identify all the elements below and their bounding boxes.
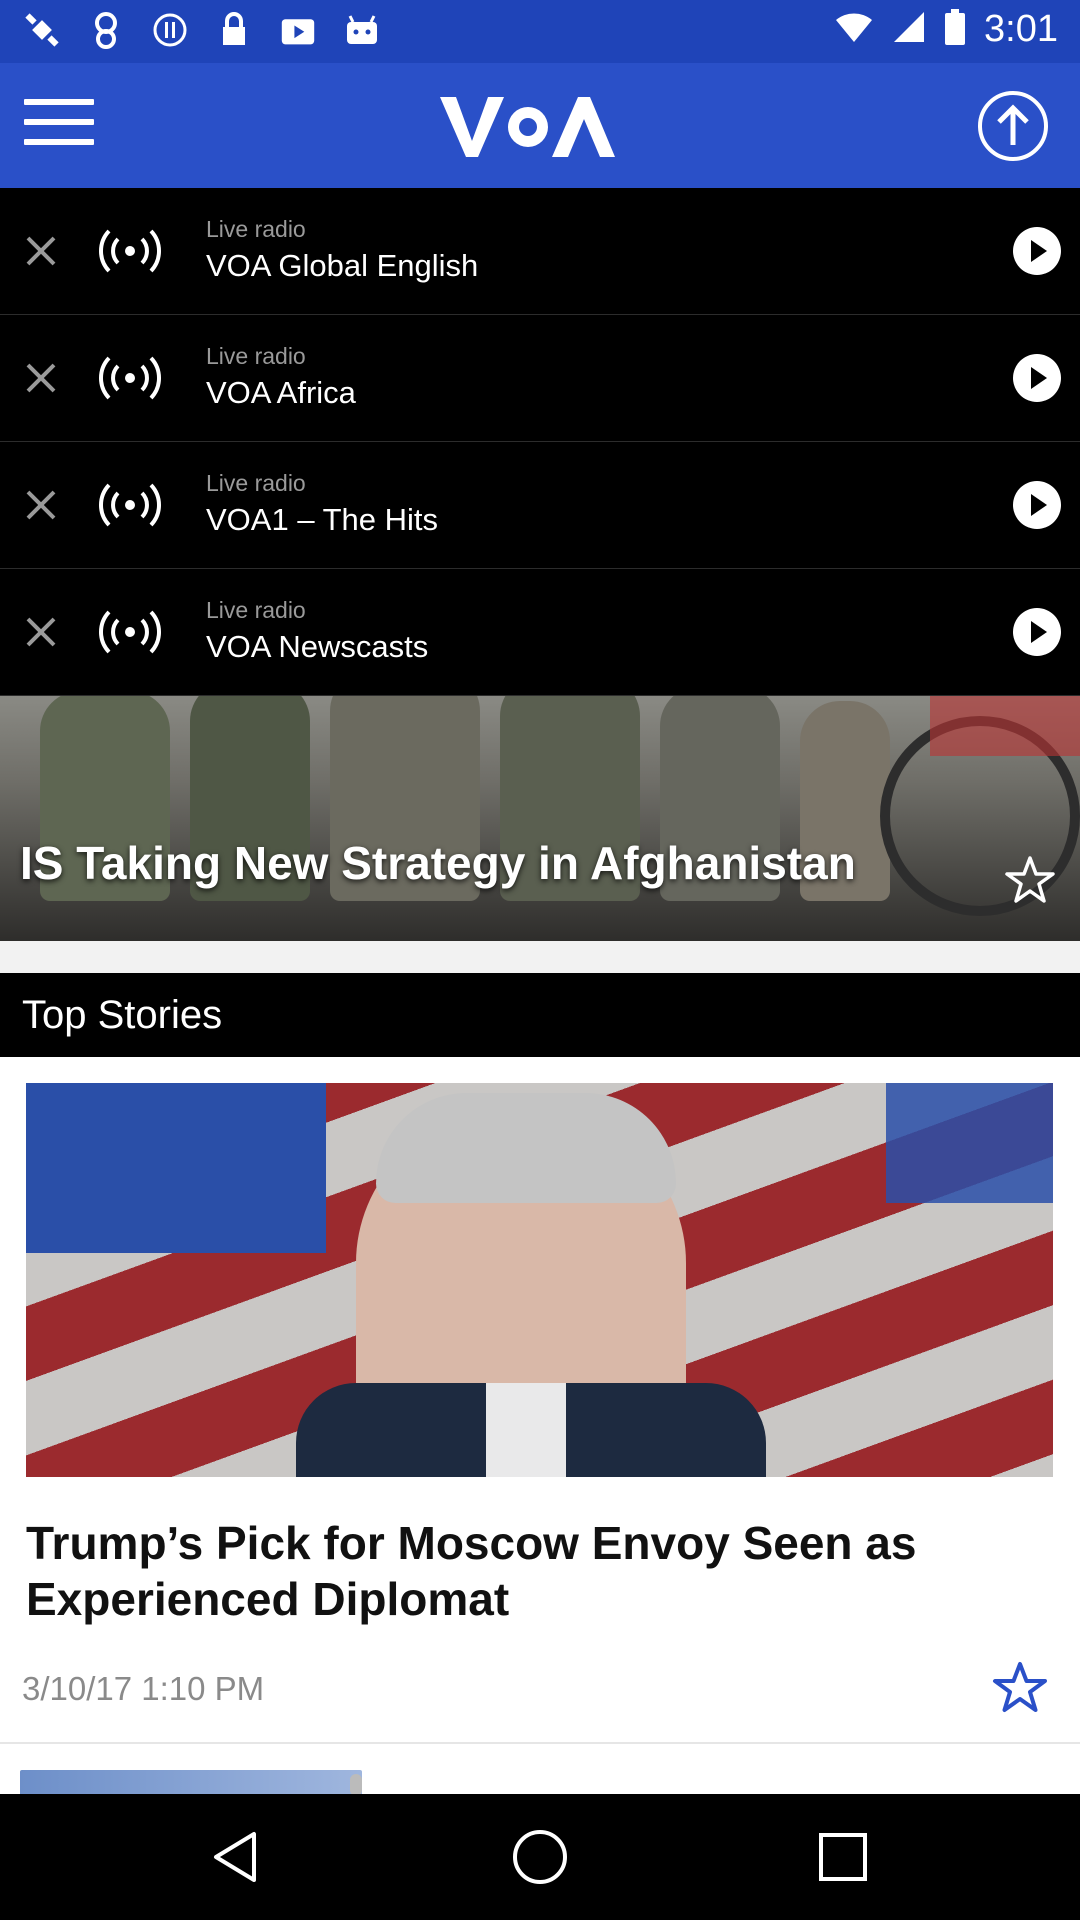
featured-title: IS Taking New Strategy in Afghanistan: [20, 837, 856, 889]
story-title[interactable]: Trump’s Pick for Moscow Envoy Seen as Ex…: [26, 1515, 1046, 1627]
star-icon[interactable]: [992, 1660, 1048, 1716]
broadcast-icon: [98, 607, 162, 657]
navigation-bar: [0, 1794, 1080, 1920]
radio-row[interactable]: Live radio VOA Newscasts: [0, 569, 1080, 696]
divider: [0, 1742, 1080, 1744]
featured-story[interactable]: IS Taking New Strategy in Afghanistan: [0, 696, 1080, 941]
scroll-up-icon[interactable]: [976, 89, 1050, 163]
play-icon[interactable]: [1012, 480, 1062, 530]
notification-icon: [88, 10, 124, 50]
voa-logo: [440, 91, 615, 161]
broadcast-icon: [98, 226, 162, 276]
section-title: Top Stories: [22, 993, 223, 1037]
battery-icon: [944, 8, 966, 51]
info-icon: [152, 10, 188, 50]
radio-kind-label: Live radio: [206, 470, 306, 496]
next-story-thumbnail[interactable]: [20, 1770, 362, 1796]
radio-station-name: VOA Newscasts: [206, 629, 429, 664]
android-icon: [344, 10, 380, 50]
star-icon[interactable]: [1004, 854, 1056, 906]
radio-row[interactable]: Live radio VOA Global English: [0, 188, 1080, 315]
close-icon[interactable]: [20, 357, 62, 399]
radio-station-name: VOA1 – The Hits: [206, 502, 439, 537]
close-icon[interactable]: [20, 611, 62, 653]
play-icon[interactable]: [1012, 226, 1062, 276]
recent-apps-icon[interactable]: [812, 1826, 874, 1888]
next-story-thumbnail-edge: [350, 1774, 362, 1796]
close-icon[interactable]: [20, 484, 62, 526]
app-bar: [0, 63, 1080, 188]
home-icon[interactable]: [509, 1826, 571, 1888]
featured-image: [0, 696, 1080, 941]
play-icon[interactable]: [1012, 353, 1062, 403]
section-spacer: [0, 941, 1080, 973]
radio-station-name: VOA Africa: [206, 375, 356, 410]
radio-kind-label: Live radio: [206, 343, 306, 369]
youtube-icon: [280, 10, 316, 50]
wifi-icon: [834, 10, 874, 49]
status-time: 3:01: [984, 8, 1058, 50]
radio-kind-label: Live radio: [206, 216, 306, 242]
close-icon[interactable]: [20, 230, 62, 272]
radio-kind-label: Live radio: [206, 597, 306, 623]
lock-icon: [216, 10, 252, 50]
broadcast-icon: [98, 480, 162, 530]
radio-row[interactable]: Live radio VOA1 – The Hits: [0, 442, 1080, 569]
radio-station-name: VOA Global English: [206, 248, 479, 283]
back-icon[interactable]: [206, 1826, 268, 1888]
radio-row[interactable]: Live radio VOA Africa: [0, 315, 1080, 442]
section-header: Top Stories: [0, 973, 1080, 1057]
live-radio-list: Live radio VOA Global English Live radio…: [0, 188, 1080, 696]
cellular-signal-icon: [892, 10, 926, 49]
play-icon[interactable]: [1012, 607, 1062, 657]
satellite-icon: [24, 10, 60, 50]
menu-icon[interactable]: [24, 99, 94, 155]
broadcast-icon: [98, 353, 162, 403]
status-bar: 3:01: [0, 0, 1080, 63]
story-image[interactable]: [26, 1083, 1053, 1477]
story-date: 3/10/17 1:10 PM: [22, 1670, 265, 1707]
